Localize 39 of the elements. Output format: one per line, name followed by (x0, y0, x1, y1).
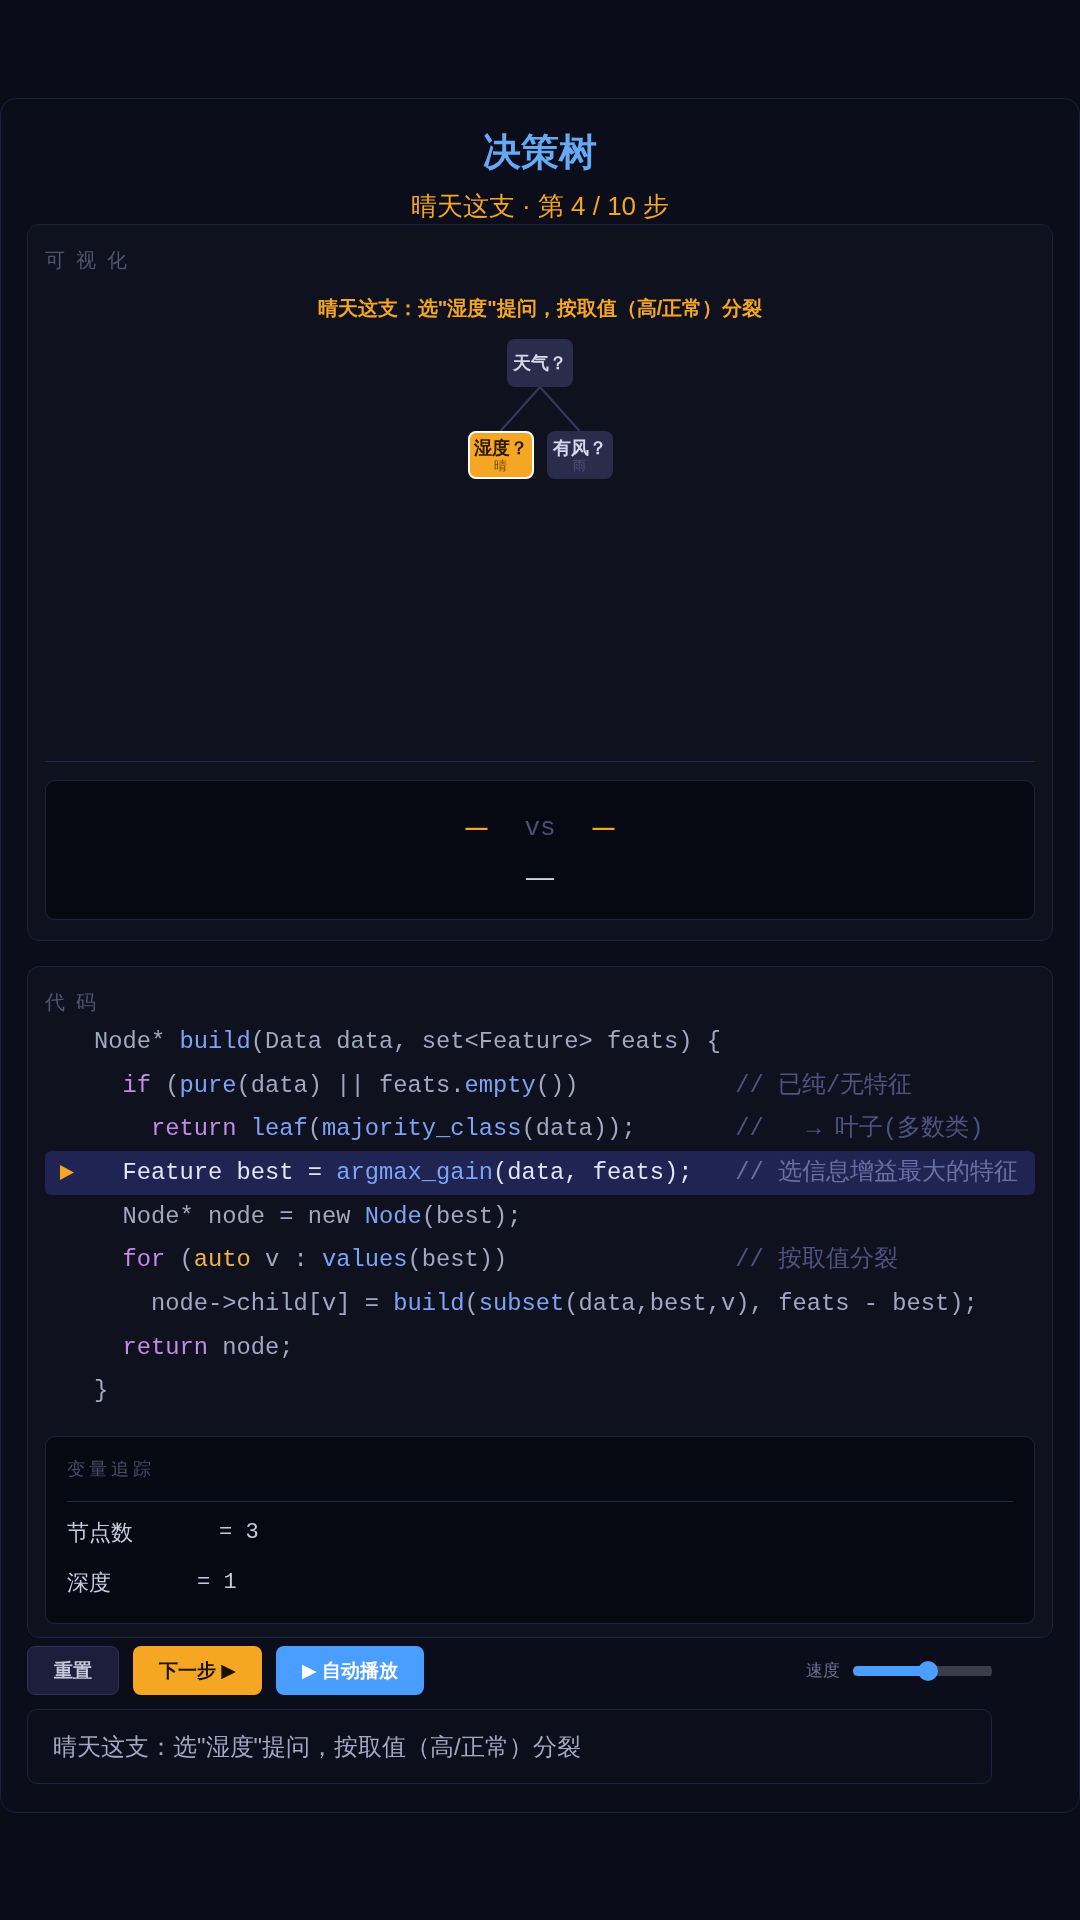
left-value: — (465, 814, 488, 842)
variable-name: 深度 (67, 1569, 111, 1598)
variable-value: = 3 (219, 1519, 259, 1548)
code-line: Node* node = new Node(best); (122, 1202, 522, 1230)
code-line: } (94, 1377, 109, 1405)
code-comment: // 已纯/无特征 (735, 1070, 913, 1101)
code-line: Node* build(Data data, set<Feature> feats) { (94, 1027, 722, 1055)
code-line: return node; (122, 1333, 294, 1361)
variable-value: = 1 (197, 1569, 237, 1598)
result-value: — (526, 862, 554, 892)
status-message: 晴天这支：选"湿度"提问，按取值（高/正常）分裂 (27, 1709, 992, 1785)
page-title: 决策树 (482, 130, 598, 174)
tree-edge (499, 386, 541, 432)
next-step-button[interactable]: 下一步 ▶ (133, 1646, 262, 1696)
tree-edge (539, 386, 581, 432)
variable-name: 节点数 (67, 1519, 133, 1548)
vs-label: vs (524, 813, 556, 843)
reset-button[interactable]: 重置 (27, 1646, 119, 1696)
node-label: 湿度？ (473, 437, 528, 458)
code-comment: // 选信息增益最大的特征 (735, 1157, 1019, 1188)
section-label: 可视化 (45, 248, 138, 272)
code-line: for (auto v : values(best)) (122, 1246, 508, 1274)
right-value: — (592, 814, 615, 842)
speed-label: 速度 (806, 1659, 840, 1682)
section-label: 代码 (45, 990, 107, 1014)
triangle-marker-icon (60, 1165, 74, 1181)
code-comment: // 按取值分裂 (735, 1245, 899, 1276)
slider-thumb[interactable] (918, 1660, 939, 1681)
code-comment: // → 叶子(多数类) (735, 1114, 984, 1145)
step-subtitle: 晴天这支 · 第 4 / 10 步 (409, 190, 671, 222)
branch-label: 晴 (494, 457, 507, 473)
code-line: node->child[v] = build(subset(data,best,v), feats - best); (151, 1289, 978, 1317)
code-line: if (pure(data) || feats.empty()) (122, 1071, 579, 1099)
step-caption: 晴天这支：选"湿度"提问，按取值（高/正常）分裂 (316, 296, 764, 321)
node-label: 有风？ (552, 437, 607, 458)
code-line: return leaf(majority_class(data)); (151, 1115, 636, 1143)
node-label: 天气？ (513, 353, 567, 373)
code-line: Feature best = argmax_gain(data, feats); (122, 1158, 693, 1186)
section-label: 变量追踪 (67, 1458, 155, 1481)
